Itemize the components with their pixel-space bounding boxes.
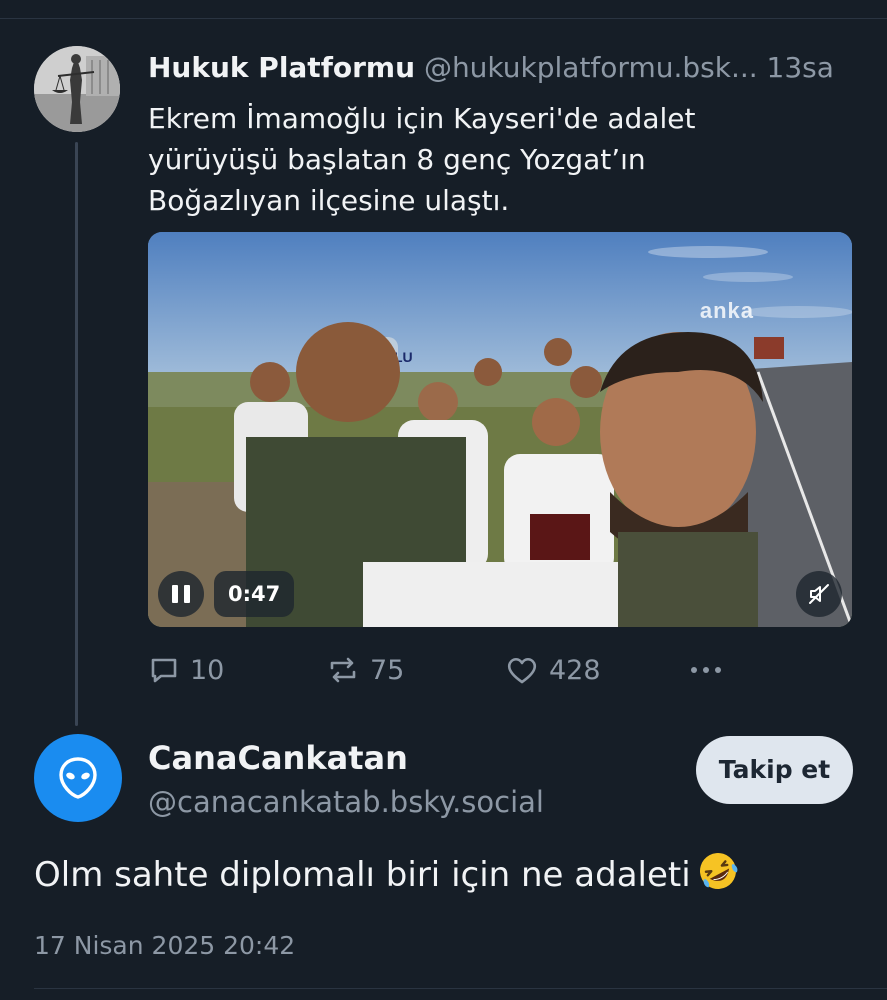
repost-count: 75: [370, 654, 405, 686]
post-actions: 10 75 428: [148, 648, 853, 692]
parent-post-header: Hukuk Platformu @hukukplatformu.bsk... 1…: [148, 50, 853, 86]
reply-timestamp: 17 Nisan 2025 20:42: [34, 931, 296, 960]
parent-display-name[interactable]: Hukuk Platformu: [148, 51, 415, 84]
video-duration: 0:47: [214, 571, 295, 617]
like-count: 428: [549, 654, 601, 686]
speaker-muted-icon: [809, 584, 829, 604]
parent-post-text-line: yürüyüşü başlatan 8 genç Yozgat’ın: [148, 143, 646, 176]
video-frame: BOLU: [148, 232, 852, 627]
reply-text: Olm sahte diplomalı biri için ne adaleti: [34, 850, 854, 904]
reply-count: 10: [190, 654, 225, 686]
parent-post-text: Ekrem İmamoğlu için Kayseri'de adalet yü…: [148, 98, 808, 221]
video-player[interactable]: BOLU anka 0:47: [148, 232, 852, 627]
parent-post-text-line: Boğazlıyan ilçesine ulaştı.: [148, 184, 510, 217]
follow-button[interactable]: Takip et: [696, 736, 853, 804]
pause-icon-bar: [184, 585, 190, 603]
thread-line: [75, 142, 78, 726]
reply-handle[interactable]: @canacankatab.bsky.social: [148, 782, 544, 822]
parent-post-text-line: Ekrem İmamoğlu için Kayseri'de adalet: [148, 102, 696, 135]
reply-bubble-icon: [151, 658, 177, 683]
top-divider: [0, 18, 887, 19]
lady-justice-avatar-image: [34, 46, 120, 132]
reply-display-name[interactable]: CanaCankatan: [148, 738, 408, 778]
heart-icon: [507, 657, 537, 684]
rolling-on-floor-laughing-emoji-icon: [697, 850, 739, 904]
parent-handle[interactable]: @hukukplatformu.bsk...: [424, 51, 758, 84]
pause-button[interactable]: [158, 571, 204, 617]
alien-icon: [59, 757, 97, 799]
parent-post-time[interactable]: 13sa: [767, 51, 834, 84]
mute-button[interactable]: [796, 571, 842, 617]
anka-watermark: anka: [699, 298, 754, 323]
reply-avatar[interactable]: [34, 734, 122, 822]
like-action[interactable]: 428: [505, 648, 601, 692]
more-options-button[interactable]: [686, 648, 726, 692]
repost-action[interactable]: 75: [326, 648, 404, 692]
parent-avatar[interactable]: [34, 46, 120, 132]
pause-icon-bar: [172, 585, 178, 603]
bottom-divider: [34, 988, 887, 989]
reply-text-content: Olm sahte diplomalı biri için ne adaleti: [34, 855, 691, 895]
ellipsis-icon: [691, 667, 721, 673]
repost-icon: [330, 657, 356, 683]
reply-action[interactable]: 10: [148, 648, 224, 692]
